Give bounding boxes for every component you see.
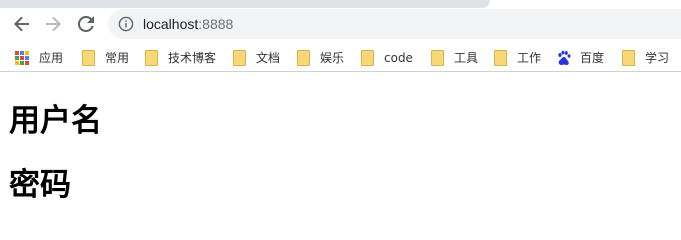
back-button[interactable] bbox=[10, 12, 34, 36]
folder-icon bbox=[297, 50, 310, 66]
bookmark-folder-changyong[interactable]: 常用 bbox=[80, 49, 129, 67]
url-host: localhost bbox=[143, 16, 199, 32]
forward-button[interactable] bbox=[41, 12, 65, 36]
browser-chrome: localhost:8888 应用 常用 技术博客 文档 娱乐 code 工具 … bbox=[0, 0, 681, 75]
bookmark-folder-tech-blog[interactable]: 技术博客 bbox=[143, 49, 216, 67]
page-content: 用户名 密码 bbox=[0, 76, 681, 219]
arrow-right-icon bbox=[46, 16, 61, 32]
reload-icon bbox=[77, 15, 94, 32]
bookmark-label: 娱乐 bbox=[320, 51, 345, 65]
url-port: :8888 bbox=[198, 16, 234, 32]
bookmark-folder-entertainment[interactable]: 娱乐 bbox=[295, 49, 344, 67]
bookmark-folder-docs[interactable]: 文档 bbox=[231, 49, 280, 67]
folder-icon bbox=[431, 50, 444, 66]
address-bar[interactable]: localhost:8888 bbox=[108, 9, 681, 39]
bookmark-label: 文档 bbox=[256, 51, 281, 65]
apps-grid-icon bbox=[15, 51, 29, 65]
folder-icon bbox=[145, 50, 158, 66]
bookmark-folder-tools[interactable]: 工具 bbox=[429, 49, 478, 67]
password-heading: 密码 bbox=[9, 167, 71, 203]
bookmark-label: code bbox=[384, 51, 413, 65]
arrow-left-icon bbox=[14, 16, 29, 32]
bookmark-apps[interactable]: 应用 bbox=[15, 49, 63, 67]
folder-icon bbox=[361, 50, 374, 66]
bookmark-label: 学习 bbox=[645, 51, 670, 65]
bookmark-label: 应用 bbox=[39, 51, 64, 65]
folder-icon bbox=[82, 50, 95, 66]
bookmark-label: 工作 bbox=[517, 51, 542, 65]
info-icon[interactable] bbox=[118, 16, 134, 32]
username-heading: 用户名 bbox=[9, 103, 102, 139]
bookmark-folder-code[interactable]: code bbox=[359, 49, 413, 67]
baidu-paw-icon bbox=[558, 50, 571, 65]
bookmark-folder-work[interactable]: 工作 bbox=[492, 49, 541, 67]
bookmark-label: 工具 bbox=[454, 51, 479, 65]
bookmark-label: 技术博客 bbox=[168, 51, 217, 65]
bookmark-label: 百度 bbox=[580, 51, 605, 65]
folder-icon bbox=[233, 50, 246, 66]
browser-toolbar: localhost:8888 bbox=[0, 8, 681, 40]
folder-icon bbox=[622, 50, 635, 66]
bookmark-baidu[interactable]: 百度 bbox=[556, 49, 604, 67]
bookmark-label: 常用 bbox=[105, 51, 130, 65]
reload-button[interactable] bbox=[74, 12, 98, 36]
tab-strip bbox=[0, 0, 490, 8]
bookmark-folder-study[interactable]: 学习 bbox=[620, 49, 669, 67]
url-text[interactable]: localhost:8888 bbox=[143, 15, 233, 33]
folder-icon bbox=[494, 50, 507, 66]
bookmarks-bar: 应用 常用 技术博客 文档 娱乐 code 工具 工作 百度 学习 bbox=[0, 45, 681, 72]
